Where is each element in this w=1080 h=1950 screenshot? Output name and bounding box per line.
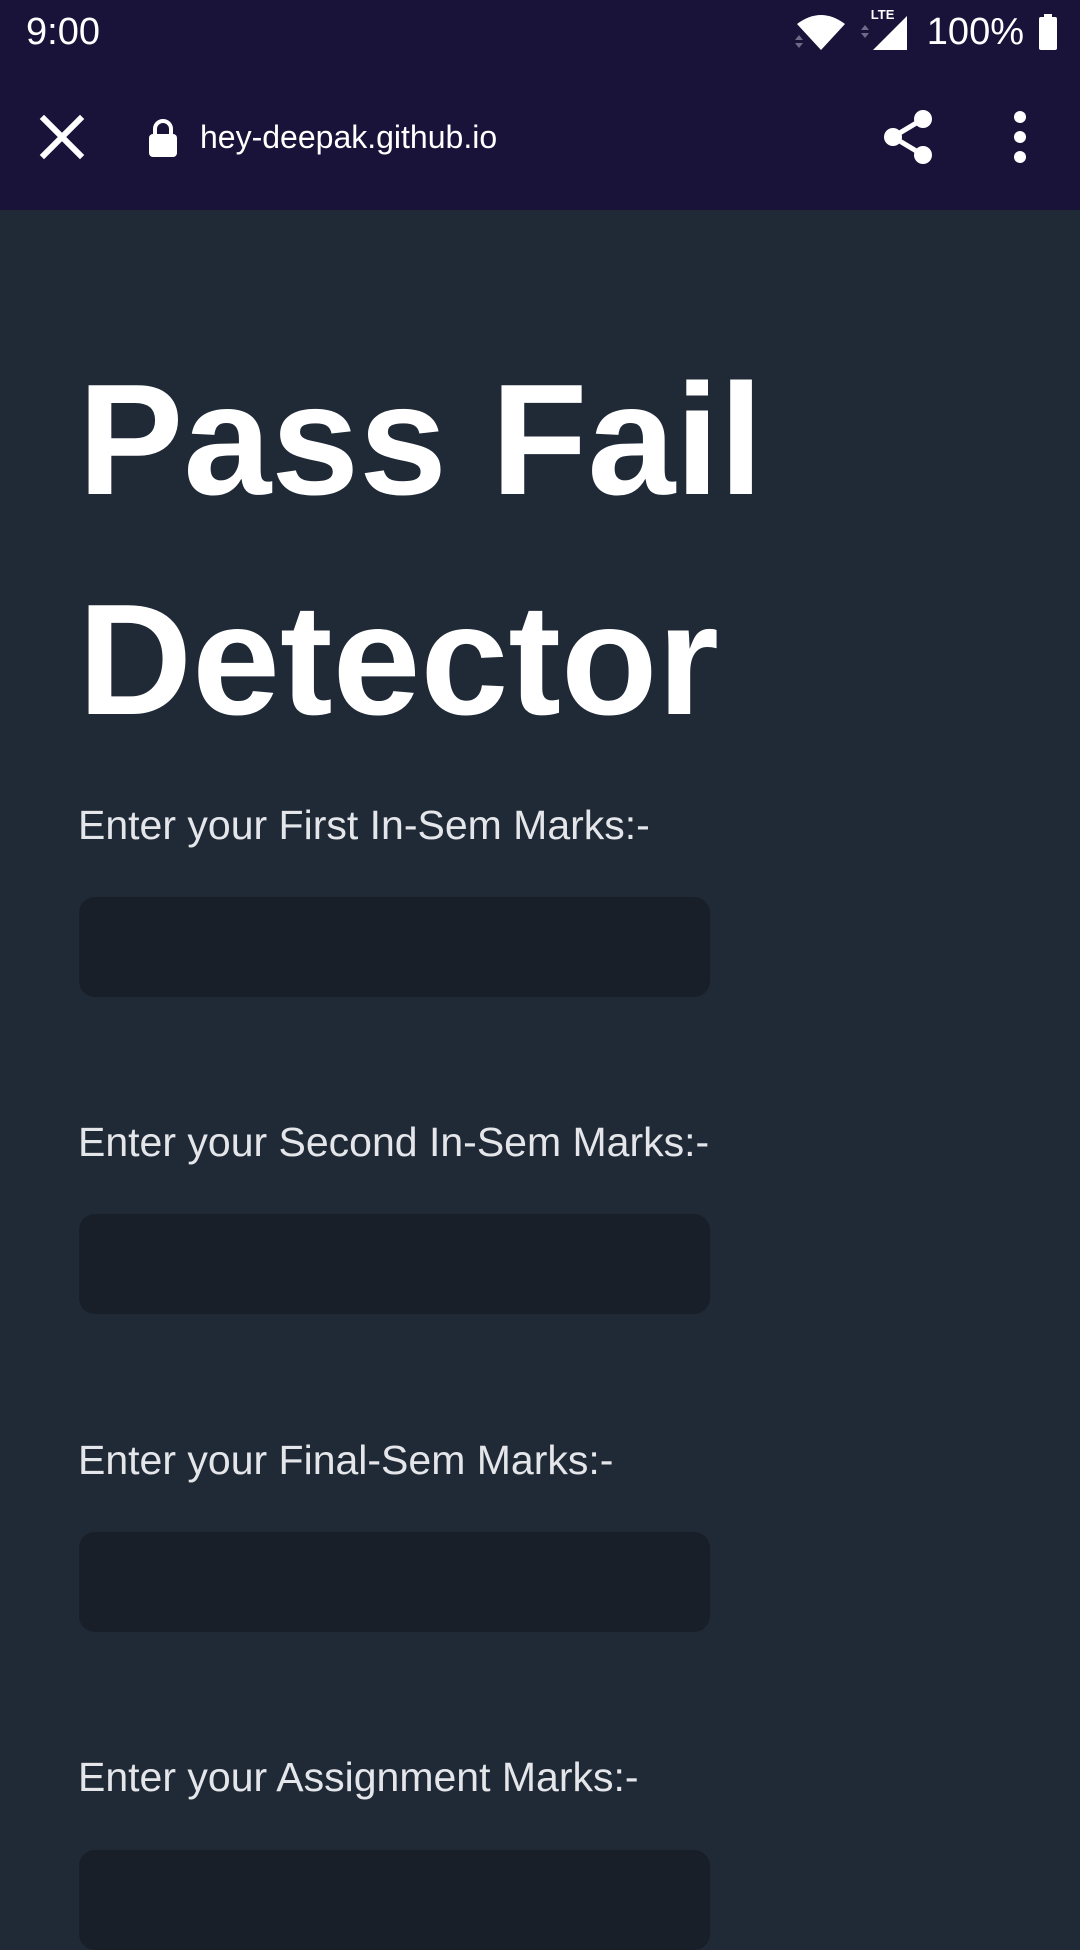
second-insem-input[interactable] — [79, 1214, 710, 1314]
share-icon[interactable] — [880, 108, 936, 166]
lte-signal-icon: LTE — [857, 7, 909, 54]
url-text[interactable]: hey-deepak.github.io — [200, 114, 497, 160]
assignment-input[interactable] — [79, 1850, 710, 1950]
battery-icon — [1038, 14, 1058, 50]
status-bar: 9:00 LTE 100% — [0, 0, 1080, 64]
title-line-2: Detector — [78, 572, 719, 748]
page-content: Pass Fail Detector Enter your First In-S… — [0, 210, 1080, 1950]
more-vert-icon[interactable] — [1000, 108, 1040, 166]
battery-percent: 100% — [926, 11, 1024, 53]
first-insem-input[interactable] — [79, 897, 710, 997]
close-icon[interactable] — [34, 109, 90, 165]
wifi-icon — [794, 12, 847, 52]
network-type: LTE — [870, 7, 895, 22]
final-sem-label: Enter your Final-Sem Marks:- — [78, 1437, 614, 1483]
browser-toolbar: hey-deepak.github.io — [0, 64, 1080, 210]
status-time: 9:00 — [26, 11, 100, 53]
lock-icon — [146, 117, 180, 157]
page-title: Pass Fail Detector — [78, 330, 978, 770]
status-icons: LTE 100% — [794, 7, 1058, 54]
final-sem-input[interactable] — [79, 1532, 710, 1632]
first-insem-label: Enter your First In-Sem Marks:- — [78, 802, 650, 848]
title-line-1: Pass Fail — [78, 352, 764, 528]
second-insem-label: Enter your Second In-Sem Marks:- — [78, 1119, 710, 1165]
assignment-label: Enter your Assignment Marks:- — [78, 1754, 639, 1800]
